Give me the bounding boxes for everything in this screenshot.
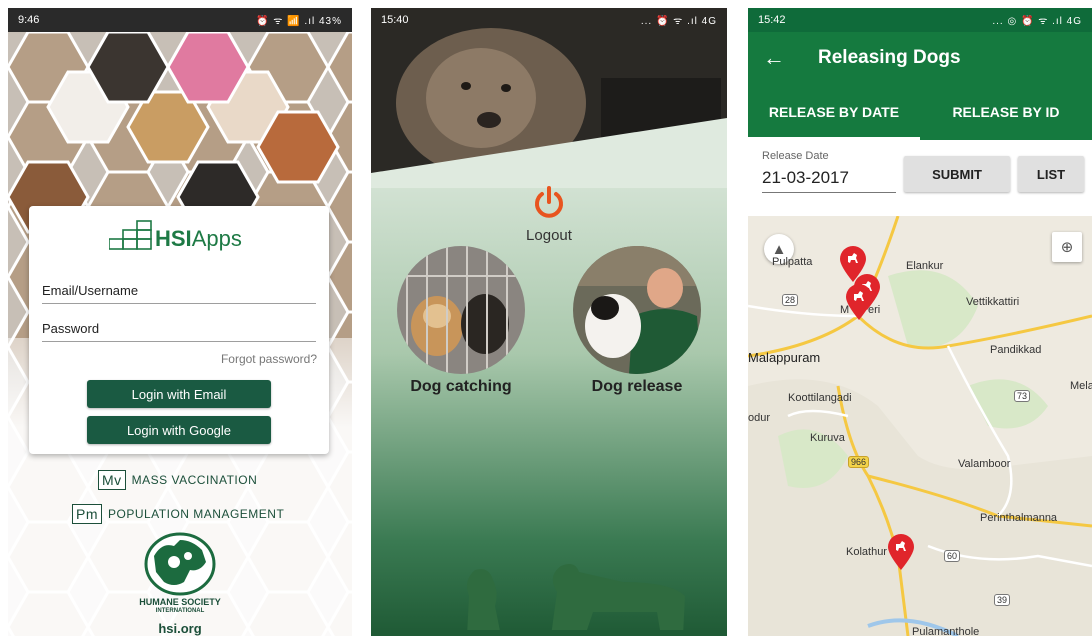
map-place: odur bbox=[748, 412, 771, 424]
dog-release-label[interactable]: Dog release bbox=[557, 378, 717, 396]
program-name: POPULATION MANAGEMENT bbox=[108, 507, 285, 521]
email-field[interactable]: Email/Username bbox=[42, 283, 316, 304]
status-icons: ⏰ ᯤ 📶 .ıl 43% bbox=[256, 16, 342, 27]
dog-catching-label[interactable]: Dog catching bbox=[381, 378, 541, 396]
map-place: Koottilangadi bbox=[788, 392, 852, 404]
pm-icon: Pm bbox=[72, 504, 102, 524]
map-place: Perinthalmanna bbox=[980, 512, 1058, 524]
map-place: Pulamanthole bbox=[912, 626, 980, 636]
list-button[interactable]: LIST bbox=[1018, 156, 1084, 192]
header-dog-photo bbox=[371, 8, 727, 188]
tab-release-by-id[interactable]: RELEASE BY ID bbox=[920, 84, 1092, 140]
release-date-input[interactable]: 21-03-2017 bbox=[762, 168, 896, 193]
status-time: 9:46 bbox=[18, 14, 40, 26]
map-place: Kuruva bbox=[810, 432, 845, 444]
road-number: 73 bbox=[1014, 390, 1031, 402]
status-time: 15:42 bbox=[758, 14, 786, 26]
page-title: Releasing Dogs bbox=[818, 47, 961, 68]
dog-release-button[interactable] bbox=[573, 246, 701, 374]
brand-apps: Apps bbox=[191, 226, 242, 251]
program-mass-vaccination[interactable]: Mv MASS VACCINATION bbox=[98, 470, 257, 490]
logout-label: Logout bbox=[526, 227, 572, 244]
brand-hsi: HSI bbox=[155, 226, 192, 251]
man-with-dog-image bbox=[573, 246, 701, 374]
release-date-form: Release Date 21-03-2017 SUBMIT LIST bbox=[748, 140, 1092, 216]
app-bar: ← Releasing Dogs bbox=[748, 32, 1092, 84]
map-place: Vettikkattiri bbox=[966, 296, 1020, 308]
map-place: Elankur bbox=[906, 260, 944, 272]
releasing-dogs-screen: 15:42 ... ◎ ⏰ ᯤ .ıl 4G ← Releasing Dogs … bbox=[748, 8, 1092, 636]
back-arrow-icon[interactable]: ← bbox=[748, 45, 800, 71]
hsiapps-logo: HSIApps bbox=[109, 220, 242, 250]
map-view[interactable]: ▲ ⊕ Pulpatta Elankur Vettikkattiri Malap… bbox=[748, 216, 1092, 636]
my-location-icon[interactable]: ⊕ bbox=[1052, 232, 1082, 262]
map-place: Mela bbox=[1070, 380, 1092, 392]
logout-button[interactable]: Logout bbox=[521, 184, 577, 244]
hsi-website-link[interactable]: hsi.org bbox=[108, 621, 252, 636]
map-place: Malappuram bbox=[748, 350, 821, 365]
dog-silhouettes-decoration bbox=[371, 564, 727, 636]
map-place: Pulpatta bbox=[772, 256, 813, 268]
dog-location-pin-icon[interactable] bbox=[888, 534, 914, 570]
power-icon bbox=[535, 186, 563, 218]
login-screen: 9:46 ⏰ ᯤ 📶 .ıl 43% HSIApps Email/Usernam… bbox=[8, 8, 352, 636]
road-number: 39 bbox=[994, 594, 1011, 606]
road-number: 966 bbox=[848, 456, 870, 468]
hsi-globe-logo-icon bbox=[144, 532, 216, 596]
password-label: Password bbox=[42, 321, 100, 336]
grid-logo-icon bbox=[109, 220, 152, 250]
status-bar: 9:46 ⏰ ᯤ 📶 .ıl 43% bbox=[8, 8, 352, 32]
status-bar: 15:40 ... ⏰ ᯤ .ıl 4G bbox=[371, 8, 727, 32]
mv-icon: Mv bbox=[98, 470, 126, 490]
forgot-password-link[interactable]: Forgot password? bbox=[221, 352, 317, 366]
program-name: MASS VACCINATION bbox=[131, 473, 258, 487]
submit-button[interactable]: SUBMIT bbox=[904, 156, 1010, 192]
road-number: 60 bbox=[944, 550, 961, 562]
dogs-in-cage-image bbox=[397, 246, 525, 374]
status-time: 15:40 bbox=[381, 14, 409, 26]
login-google-button[interactable]: Login with Google bbox=[87, 416, 271, 444]
dog-catching-button[interactable] bbox=[397, 246, 525, 374]
tab-release-by-date[interactable]: RELEASE BY DATE bbox=[748, 84, 920, 140]
login-email-button[interactable]: Login with Email bbox=[87, 380, 271, 408]
status-bar: 15:42 ... ◎ ⏰ ᯤ .ıl 4G bbox=[748, 8, 1092, 32]
map-terrain bbox=[748, 216, 1092, 636]
login-card: HSIApps Email/Username Password Forgot p… bbox=[29, 206, 329, 454]
program-population-management[interactable]: Pm POPULATION MANAGEMENT bbox=[72, 504, 284, 524]
status-icons: ... ⏰ ᯤ .ıl 4G bbox=[640, 16, 717, 27]
dog-location-pin-icon[interactable] bbox=[846, 284, 872, 320]
menu-screen: 15:40 ... ⏰ ᯤ .ıl 4G Logout Dog catching… bbox=[371, 8, 727, 636]
road-number: 28 bbox=[782, 294, 799, 306]
email-label: Email/Username bbox=[42, 283, 139, 298]
map-place: Valamboor bbox=[958, 458, 1011, 470]
map-place: Kolathur bbox=[846, 546, 887, 558]
tab-bar: RELEASE BY DATE RELEASE BY ID bbox=[748, 84, 1092, 140]
org-name: HUMANE SOCIETY INTERNATIONAL bbox=[139, 597, 221, 615]
password-field[interactable]: Password bbox=[42, 321, 316, 342]
release-date-label: Release Date bbox=[762, 150, 829, 162]
status-icons: ... ◎ ⏰ ᯤ .ıl 4G bbox=[992, 16, 1082, 27]
map-place: Pandikkad bbox=[990, 344, 1042, 356]
